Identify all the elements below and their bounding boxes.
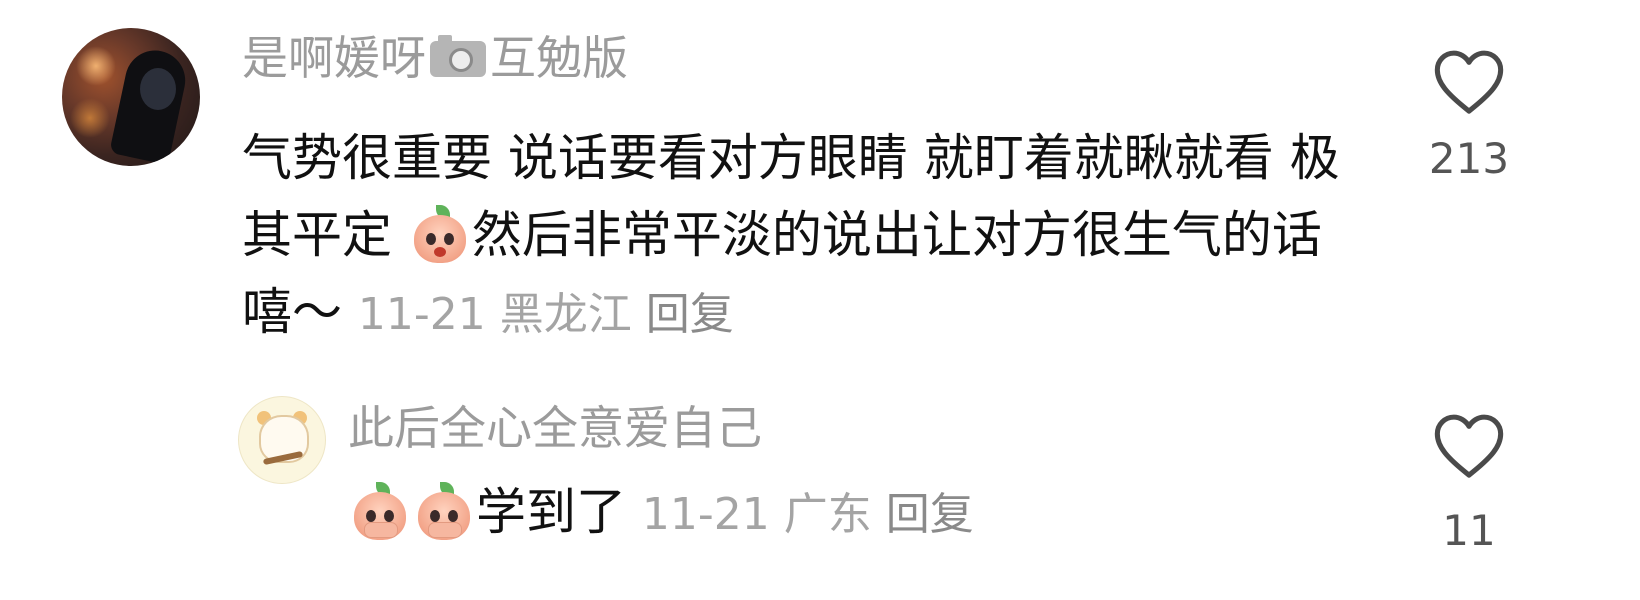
avatar-face bbox=[140, 68, 176, 110]
like-button[interactable]: 11 bbox=[1404, 410, 1534, 556]
reply-button[interactable]: 回复 bbox=[646, 289, 734, 340]
comment-author[interactable]: 是啊媛呀 互勉版 bbox=[242, 28, 628, 88]
peach-shocked-emoji bbox=[410, 204, 470, 265]
comment-date: 11-21 bbox=[641, 489, 770, 540]
comment-item: 是啊媛呀 互勉版 气势很重要 说话要看对方眼睛 就盯着就瞅就看 极其平定 然后非常… bbox=[0, 0, 1640, 380]
heart-icon[interactable] bbox=[1431, 414, 1507, 484]
avatar-light bbox=[70, 98, 110, 138]
author-name-suffix: 互勉版 bbox=[490, 31, 628, 85]
comment-author[interactable]: 此后全心全意爱自己 bbox=[348, 398, 762, 458]
like-button[interactable]: 213 bbox=[1404, 46, 1534, 184]
avatar-light bbox=[76, 46, 116, 86]
camera-icon bbox=[430, 34, 486, 77]
reply-comment-item: 此后全心全意爱自己 学到了 11-21 广东 回复 11 bbox=[0, 380, 1640, 600]
comment-text: 气势很重要 说话要看对方眼睛 就盯着就瞅就看 极其平定 然后非常平淡的说出让对方… bbox=[242, 120, 1362, 353]
comment-text-main: 学到了 bbox=[476, 483, 642, 541]
peach-covering-mouth-emoji bbox=[414, 481, 474, 542]
user-avatar[interactable] bbox=[238, 396, 326, 484]
peach-covering-mouth-emoji bbox=[350, 481, 410, 542]
author-name: 此后全心全意爱自己 bbox=[348, 401, 762, 455]
comment-date: 11-21 bbox=[357, 289, 486, 340]
user-avatar[interactable] bbox=[62, 28, 200, 166]
comment-location: 广东 bbox=[783, 489, 872, 540]
comment-text: 学到了 11-21 广东 回复 bbox=[348, 474, 1348, 553]
like-count: 213 bbox=[1428, 134, 1510, 183]
comment-location: 黑龙江 bbox=[499, 289, 632, 340]
heart-icon[interactable] bbox=[1431, 50, 1507, 120]
like-count: 11 bbox=[1442, 506, 1496, 555]
author-name: 是啊媛呀 bbox=[242, 31, 426, 85]
reply-button[interactable]: 回复 bbox=[886, 489, 974, 540]
